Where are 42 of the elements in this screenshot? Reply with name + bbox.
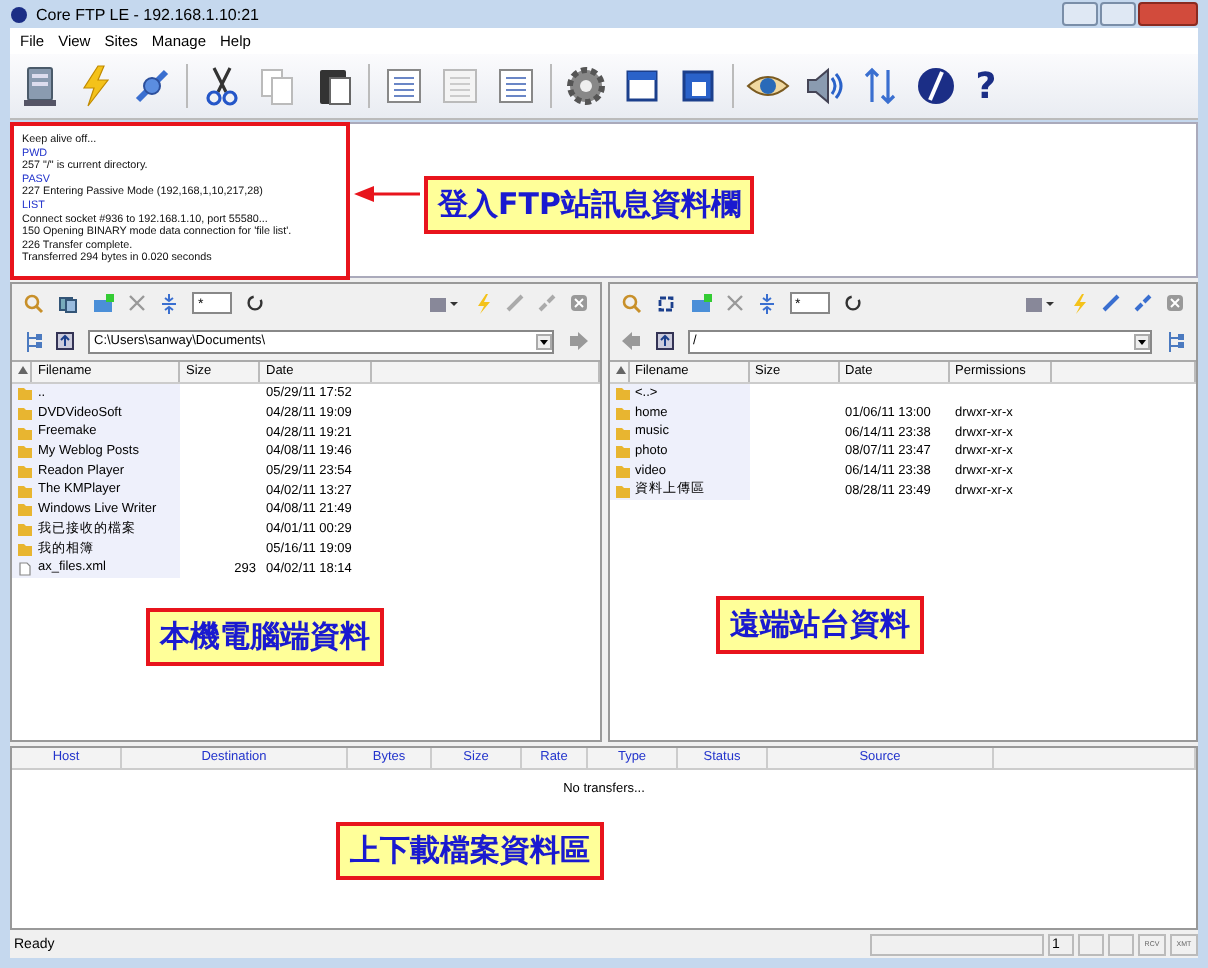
search-icon[interactable] <box>24 293 44 313</box>
drive-dropdown-icon[interactable] <box>1024 293 1056 313</box>
annotation-callout: 上下載檔案資料區 <box>336 822 604 880</box>
document-icon[interactable] <box>494 64 538 108</box>
close-button[interactable] <box>1138 2 1198 26</box>
delete-icon[interactable] <box>128 294 146 312</box>
copy-icon[interactable] <box>58 293 78 313</box>
new-folder-icon[interactable] <box>92 293 114 313</box>
sort-icon[interactable] <box>18 366 28 374</box>
document-icon[interactable] <box>382 64 426 108</box>
maximize-button[interactable] <box>1100 2 1136 26</box>
download-arrow-icon[interactable] <box>621 332 641 350</box>
server-icon[interactable] <box>18 64 62 108</box>
transfer-icon[interactable] <box>160 293 178 313</box>
dropdown-icon[interactable] <box>1134 333 1150 349</box>
annotation-callout: 本機電腦端資料 <box>146 608 384 666</box>
folder-up-icon[interactable] <box>655 332 673 350</box>
app-icon <box>10 5 28 23</box>
minimize-button[interactable] <box>1062 2 1098 26</box>
status-field <box>1078 933 1104 955</box>
status-field <box>1108 933 1134 955</box>
help-icon[interactable]: ? <box>970 65 1002 107</box>
new-folder-icon[interactable] <box>689 293 711 313</box>
tree-view-icon[interactable] <box>24 331 42 351</box>
transfer-icon[interactable] <box>757 293 775 313</box>
delete-icon[interactable] <box>725 294 743 312</box>
window-title: Core FTP LE - 192.168.1.10:21 <box>36 5 259 23</box>
speaker-icon[interactable] <box>802 64 846 108</box>
close-icon[interactable] <box>569 294 587 312</box>
search-icon[interactable] <box>621 293 641 313</box>
drive-dropdown-icon[interactable] <box>427 293 459 313</box>
close-icon[interactable] <box>1166 294 1184 312</box>
file-icon <box>18 561 32 576</box>
folder-up-icon[interactable] <box>56 332 74 350</box>
dropdown-icon[interactable] <box>535 333 551 349</box>
upload-arrow-icon[interactable] <box>567 332 587 350</box>
sort-icon[interactable] <box>615 366 625 374</box>
annotation-callout: 遠端站台資料 <box>716 596 924 654</box>
annotation-callout: 登入FTP站訊息資料欄 <box>424 176 755 234</box>
settings-icon[interactable] <box>564 64 608 108</box>
arrow-icon <box>354 186 422 202</box>
tree-view-icon[interactable] <box>1166 331 1184 351</box>
